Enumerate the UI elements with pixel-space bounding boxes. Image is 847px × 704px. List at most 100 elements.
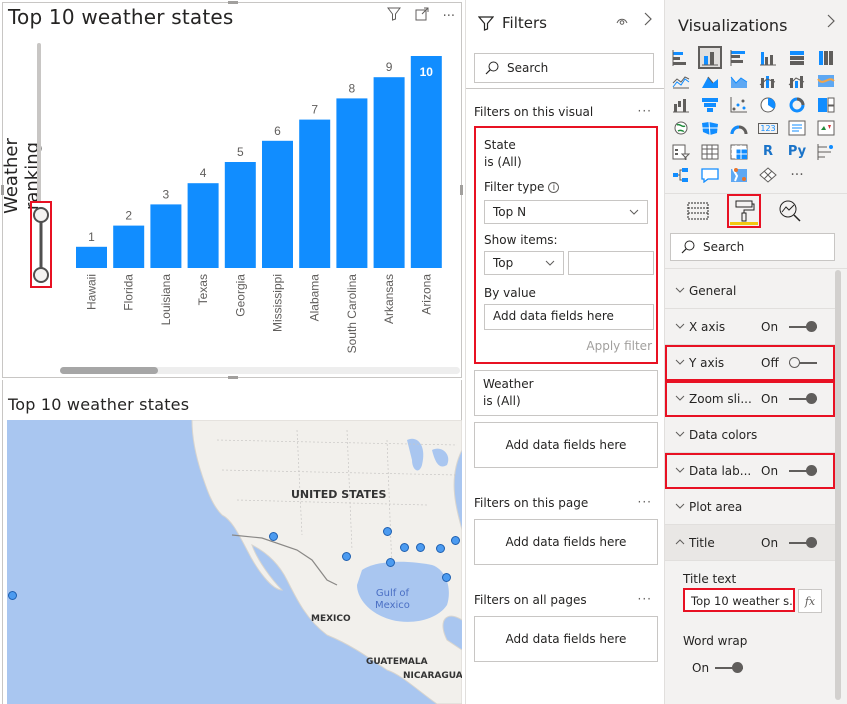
toggle-switch[interactable] [789,356,817,369]
format-section-general[interactable]: General [665,273,835,309]
multi-row-card-icon[interactable] [787,119,807,138]
map-canvas[interactable]: UNITED STATES MEXICO Gulf of Mexico GUAT… [7,420,462,704]
word-wrap-toggle[interactable] [715,662,744,674]
weather-filter-card[interactable]: Weather is (All) [474,370,658,416]
toggle-switch[interactable] [789,536,817,549]
analytics-tab[interactable] [775,196,805,226]
collapse-filters-icon[interactable] [644,12,652,30]
100-stacked-column-chart-icon[interactable] [816,48,836,67]
map-point-georgia[interactable] [436,544,445,553]
map-point-hawaii[interactable] [8,591,17,600]
toggle-switch[interactable] [789,320,817,333]
format-section-plot-area[interactable]: Plot area [665,489,835,525]
bar-alabama[interactable] [299,119,331,268]
map-point-alabama[interactable] [416,543,425,552]
fields-tab[interactable] [683,196,713,226]
donut-chart-icon[interactable] [787,95,807,114]
info-icon[interactable]: i [548,181,560,193]
map-visual[interactable]: Top 10 weather states UNITED STATES MEXI… [2,380,462,704]
map-point-florida[interactable] [442,573,451,582]
matrix-icon[interactable] [729,142,749,161]
bar-hawaii[interactable] [76,246,107,268]
stacked-bar-chart-icon[interactable] [671,48,691,67]
zoom-slider[interactable] [30,203,52,287]
eye-icon[interactable] [616,16,628,29]
visual-add-data-fields[interactable]: Add data fields here [474,422,658,468]
line-and-stacked-column-chart-icon[interactable] [758,72,778,91]
filter-type-dropdown[interactable]: Top N [484,200,648,224]
resize-handle-top[interactable] [228,1,238,4]
funnel-chart-icon[interactable] [700,95,720,114]
show-items-dropdown[interactable]: Top [484,251,564,275]
card-icon[interactable]: 123 [758,119,778,138]
map-point-mississippi[interactable] [400,543,409,552]
bar-georgia[interactable] [224,162,256,268]
bar-texas[interactable] [187,183,219,268]
format-section-data-lab[interactable]: Data lab... On [665,453,835,489]
state-filter-card[interactable]: State is (All) Filter type i Top N Show … [474,126,658,364]
map-point-arizona[interactable] [269,532,278,541]
bar-south-carolina[interactable] [336,98,368,269]
clustered-column-chart-icon[interactable] [758,48,778,67]
format-search-input[interactable]: Search [670,233,835,261]
bar-louisiana[interactable] [150,204,182,268]
more-visuals-icon[interactable]: ··· [787,166,807,185]
toggle-switch[interactable] [789,392,817,405]
bar-chart-visual[interactable]: Top 10 weather states ··· Weather rankin… [1,1,463,379]
format-section-x-axis[interactable]: X axis On [665,309,835,345]
horizontal-scrollbar-thumb[interactable] [60,367,158,374]
filled-map-icon[interactable] [700,119,720,138]
format-section-data-colors[interactable]: Data colors [665,417,835,453]
pane-scrollbar[interactable] [835,270,841,700]
resize-handle-left[interactable] [1,185,4,195]
line-and-clustered-column-chart-icon[interactable] [787,72,807,91]
map-point-texas[interactable] [342,552,351,561]
power-apps-icon[interactable] [758,166,778,185]
resize-handle-right[interactable] [460,185,463,195]
format-section-title[interactable]: Title On [665,525,835,561]
q-and-a-icon[interactable] [700,166,720,185]
filters-search-input[interactable]: Search [474,53,654,83]
clustered-bar-chart-icon[interactable] [729,48,749,67]
resize-handle-bottom[interactable] [228,376,238,379]
table-icon[interactable] [700,142,720,161]
page-add-data-fields[interactable]: Add data fields here [474,519,658,565]
slicer-icon[interactable] [671,142,691,161]
line-chart-icon[interactable] [671,72,691,91]
bar-florida[interactable] [113,225,145,268]
map-point-south-carolina[interactable] [451,536,460,545]
more-options-icon[interactable]: ··· [638,495,652,509]
conditional-formatting-button[interactable]: fx [798,589,822,613]
more-options-icon[interactable]: ··· [638,592,652,606]
by-value-drop-field[interactable]: Add data fields here [484,304,654,330]
kpi-icon[interactable] [816,119,836,138]
stacked-area-chart-icon[interactable] [729,72,749,91]
area-chart-icon[interactable] [700,72,720,91]
stacked-column-chart-icon[interactable] [698,46,722,69]
title-text-input[interactable]: Top 10 weather s... [683,588,795,612]
show-items-count-input[interactable] [568,251,654,275]
map-icon[interactable] [671,119,691,138]
gauge-icon[interactable] [729,119,749,138]
bar-arkansas[interactable] [373,77,405,268]
python-visual-icon[interactable]: Py [787,142,807,161]
collapse-visualizations-icon[interactable] [827,14,835,32]
map-point-louisiana[interactable] [386,558,395,567]
treemap-icon[interactable] [816,95,836,114]
format-section-zoom-sli[interactable]: Zoom sli... On [665,381,835,417]
more-options-icon[interactable]: ··· [638,104,652,118]
decomposition-tree-icon[interactable] [671,166,691,185]
bar-arizona[interactable] [410,56,442,268]
waterfall-chart-icon[interactable] [671,95,691,114]
r-script-visual-icon[interactable]: R [758,142,778,161]
ribbon-chart-icon[interactable] [816,72,836,91]
format-tab[interactable] [727,194,761,228]
pie-chart-icon[interactable] [758,95,778,114]
map-point-arkansas[interactable] [383,527,392,536]
scatter-chart-icon[interactable] [729,95,749,114]
bar-mississippi[interactable] [262,140,293,268]
100-stacked-bar-chart-icon[interactable] [787,48,807,67]
toggle-switch[interactable] [789,464,817,477]
format-section-y-axis[interactable]: Y axis Off [665,345,835,381]
key-influencers-icon[interactable] [816,142,836,161]
